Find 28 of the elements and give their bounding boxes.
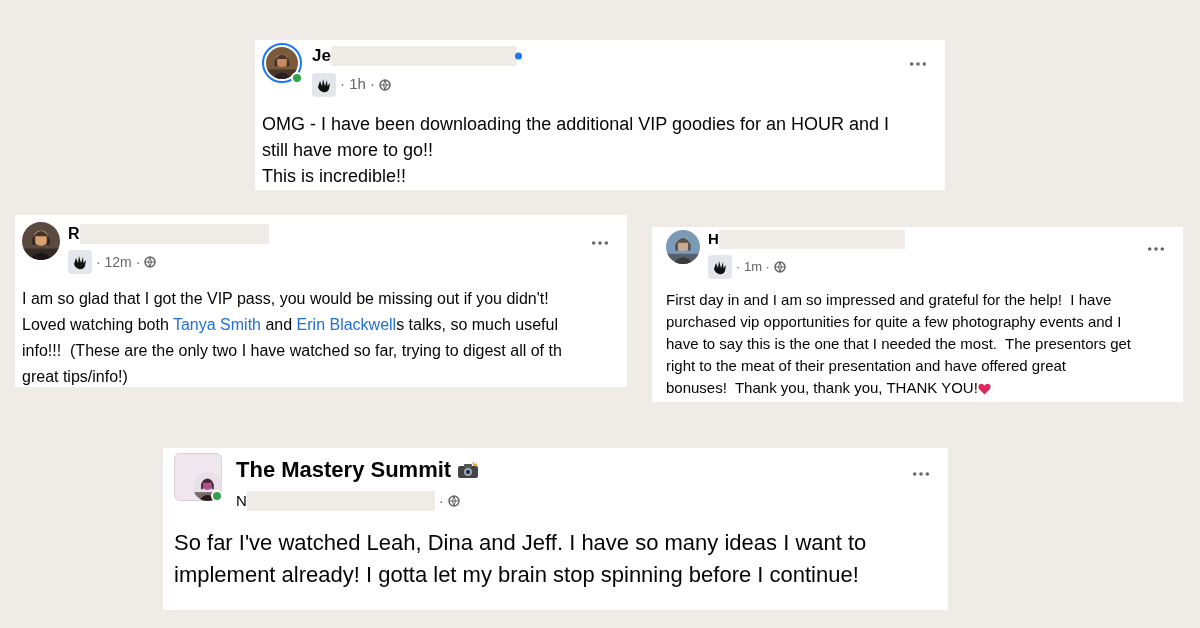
author-name[interactable]: N [236,490,247,513]
globe-icon [447,495,460,508]
more-icon[interactable] [591,240,609,246]
waving-hand-icon [68,250,92,274]
post-text: OMG - I have been downloading the additional VIP goodies for an HOUR and I still have more to go!! This is incredible!! [262,112,891,188]
post-text: So far I've watched Leah, Dina and Jeff. I have so many ideas I want to implement already! I gotta let my brain stop spinning before I continue! [174,528,868,589]
group-name[interactable]: The Mastery Summit [236,453,452,486]
waving-hand-icon [312,72,336,97]
heart-icon [977,382,991,395]
post-text: First day in and I am so impressed and grateful for the help! I have purchased vip opportunities for quite a few photography events and I have to say this is the one that I needed the most. The presentors get right to the meat of their presentation and have offered great bonuses! Thank you, thank you, THANK YOU! [666,289,1132,398]
globe-icon [144,256,157,268]
globe-icon [773,260,786,273]
more-icon[interactable] [912,471,930,477]
camera-icon [457,460,480,479]
post-time: · 1h · [340,74,375,95]
globe-icon [379,78,391,91]
more-icon[interactable] [909,61,927,67]
name-link[interactable]: Tanya Smith [172,316,261,333]
name-link[interactable]: Erin Blackwell [296,316,397,333]
post-time: · 12m · [96,252,141,272]
more-icon[interactable] [1147,246,1165,252]
waving-hand-icon [708,254,732,279]
author-name[interactable]: H [708,228,719,251]
author-name[interactable]: R [68,222,80,246]
post-text: I am so glad that I got the VIP pass, you would be missing out if you didn't! Loved watching both Tanya Smith and Erin Blackwells talks, so much useful info!!! (These are the only two I have watched so far, trying to digest all of th great tips/info!) [22,289,563,387]
post-time: · 1m · [736,257,770,276]
post-time: · [438,491,444,511]
author-name[interactable]: Je [312,43,331,69]
